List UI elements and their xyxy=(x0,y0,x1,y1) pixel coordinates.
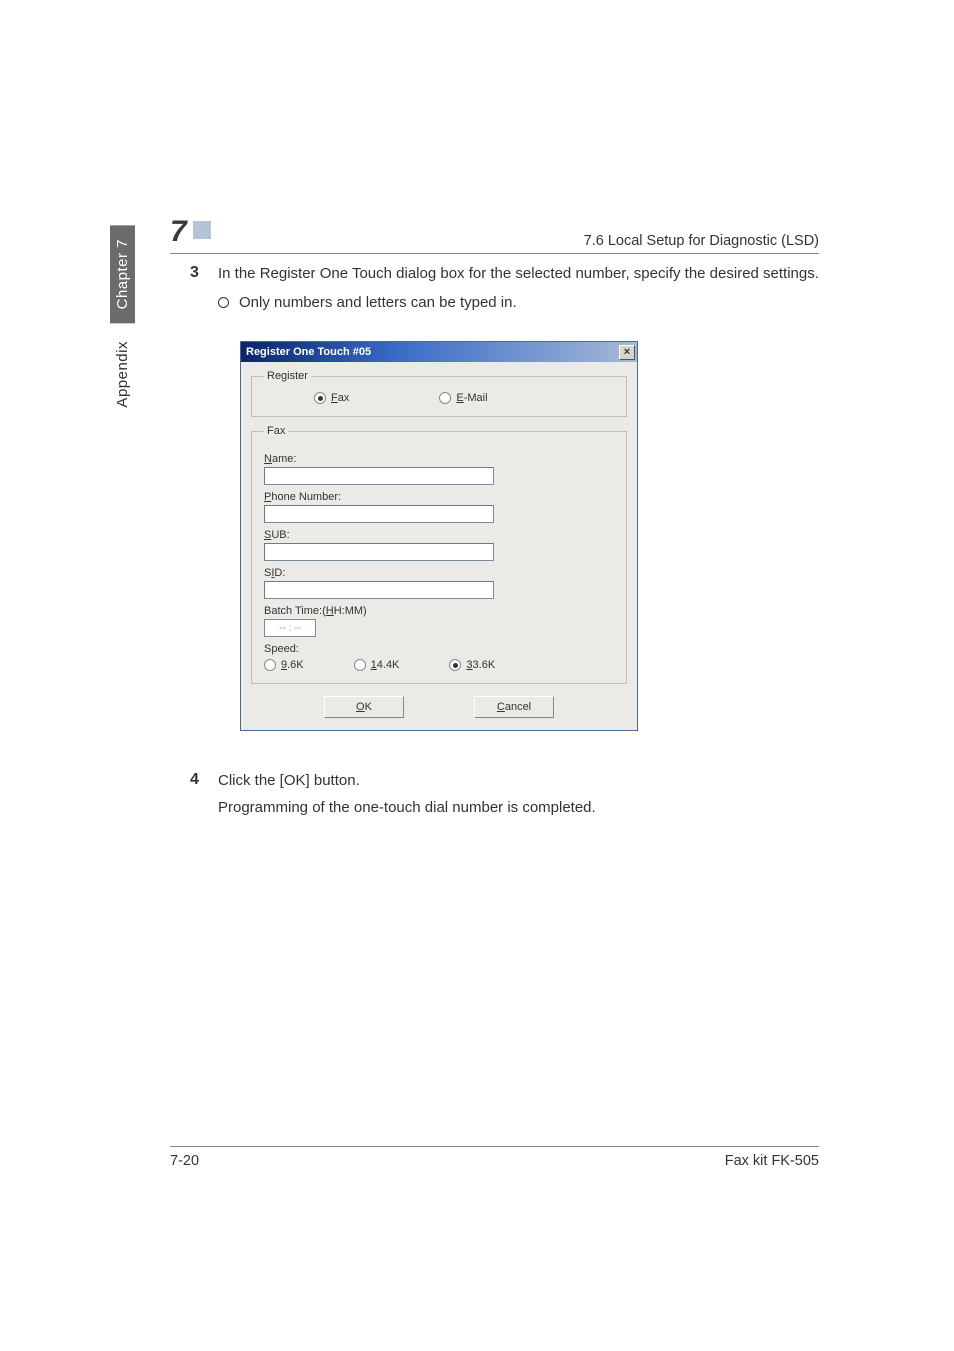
phone-label: Phone Number: xyxy=(264,491,614,503)
fax-legend: Fax xyxy=(264,425,288,437)
speed-336-label: 33.6K xyxy=(466,659,495,671)
radio-speed-144[interactable]: 14.4K xyxy=(354,659,400,671)
radio-email-label: E-Mail xyxy=(456,392,487,404)
dialog-button-row: OK Cancel xyxy=(251,696,627,718)
step-text: In the Register One Touch dialog box for… xyxy=(218,264,819,284)
close-button[interactable]: × xyxy=(619,345,635,360)
main-content: 3 In the Register One Touch dialog box f… xyxy=(190,258,819,824)
speed-144-label: 14.4K xyxy=(371,659,400,671)
step-3: 3 In the Register One Touch dialog box f… xyxy=(190,264,819,284)
batch-label: Batch Time:(HH:MM) xyxy=(264,605,614,617)
radio-icon xyxy=(314,392,326,404)
fax-group: Fax Name: Phone Number: SUB: SID: Batch … xyxy=(251,425,627,684)
step-3-bullet: Only numbers and letters can be typed in… xyxy=(218,294,819,311)
page-chapter-number: 7 xyxy=(170,215,211,249)
radio-email[interactable]: E-Mail xyxy=(439,392,487,404)
page-decorative-square xyxy=(193,221,211,239)
chapter-label: Chapter 7 xyxy=(110,225,135,323)
cancel-button[interactable]: Cancel xyxy=(474,696,554,718)
sid-label: SID: xyxy=(264,567,614,579)
sub-input[interactable] xyxy=(264,543,494,561)
sidebar: Chapter 7 Appendix xyxy=(110,225,135,408)
speed-96-label: 9.6K xyxy=(281,659,304,671)
dialog-body: Register Fax E-Mail Fax Name xyxy=(241,362,637,730)
page-chapter-digit: 7 xyxy=(170,215,187,249)
batch-time-input[interactable]: -- : -- xyxy=(264,619,316,637)
step-text: Click the [OK] button. xyxy=(218,771,360,791)
footer-product: Fax kit FK-505 xyxy=(725,1153,819,1169)
step-number: 4 xyxy=(190,771,218,791)
register-legend: Register xyxy=(264,370,311,382)
register-one-touch-dialog: Register One Touch #05 × Register Fax E-… xyxy=(240,341,638,731)
radio-speed-336[interactable]: 33.6K xyxy=(449,659,495,671)
speed-label: Speed: xyxy=(264,643,614,655)
dialog-screenshot: Register One Touch #05 × Register Fax E-… xyxy=(240,341,819,731)
page-header: 7 7.6 Local Setup for Diagnostic (LSD) xyxy=(170,215,819,254)
speed-row: 9.6K 14.4K 33.6K xyxy=(264,659,614,671)
radio-icon xyxy=(264,659,276,671)
appendix-label: Appendix xyxy=(114,341,131,408)
bullet-text: Only numbers and letters can be typed in… xyxy=(239,294,517,311)
sub-label: SUB: xyxy=(264,529,614,541)
phone-input[interactable] xyxy=(264,505,494,523)
footer-rule xyxy=(170,1146,819,1147)
dialog-title: Register One Touch #05 xyxy=(246,346,619,358)
radio-icon xyxy=(449,659,461,671)
name-input[interactable] xyxy=(264,467,494,485)
dialog-titlebar: Register One Touch #05 × xyxy=(241,342,637,362)
section-title: 7.6 Local Setup for Diagnostic (LSD) xyxy=(584,233,819,249)
radio-icon xyxy=(439,392,451,404)
ok-button[interactable]: OK xyxy=(324,696,404,718)
name-label: Name: xyxy=(264,453,614,465)
radio-speed-96[interactable]: 9.6K xyxy=(264,659,304,671)
sid-input[interactable] xyxy=(264,581,494,599)
step-4: 4 Click the [OK] button. xyxy=(190,771,819,791)
radio-fax-label: Fax xyxy=(331,392,349,404)
step-number: 3 xyxy=(190,264,218,284)
step-after-text: Programming of the one-touch dial number… xyxy=(218,798,596,818)
radio-fax[interactable]: Fax xyxy=(314,392,349,404)
radio-icon xyxy=(354,659,366,671)
page-footer: 7-20 Fax kit FK-505 xyxy=(170,1153,819,1169)
footer-page-number: 7-20 xyxy=(170,1153,199,1169)
step-4-after: Programming of the one-touch dial number… xyxy=(218,798,819,818)
bullet-icon xyxy=(218,297,229,308)
register-radio-row: Fax E-Mail xyxy=(314,392,614,404)
register-group: Register Fax E-Mail xyxy=(251,370,627,417)
